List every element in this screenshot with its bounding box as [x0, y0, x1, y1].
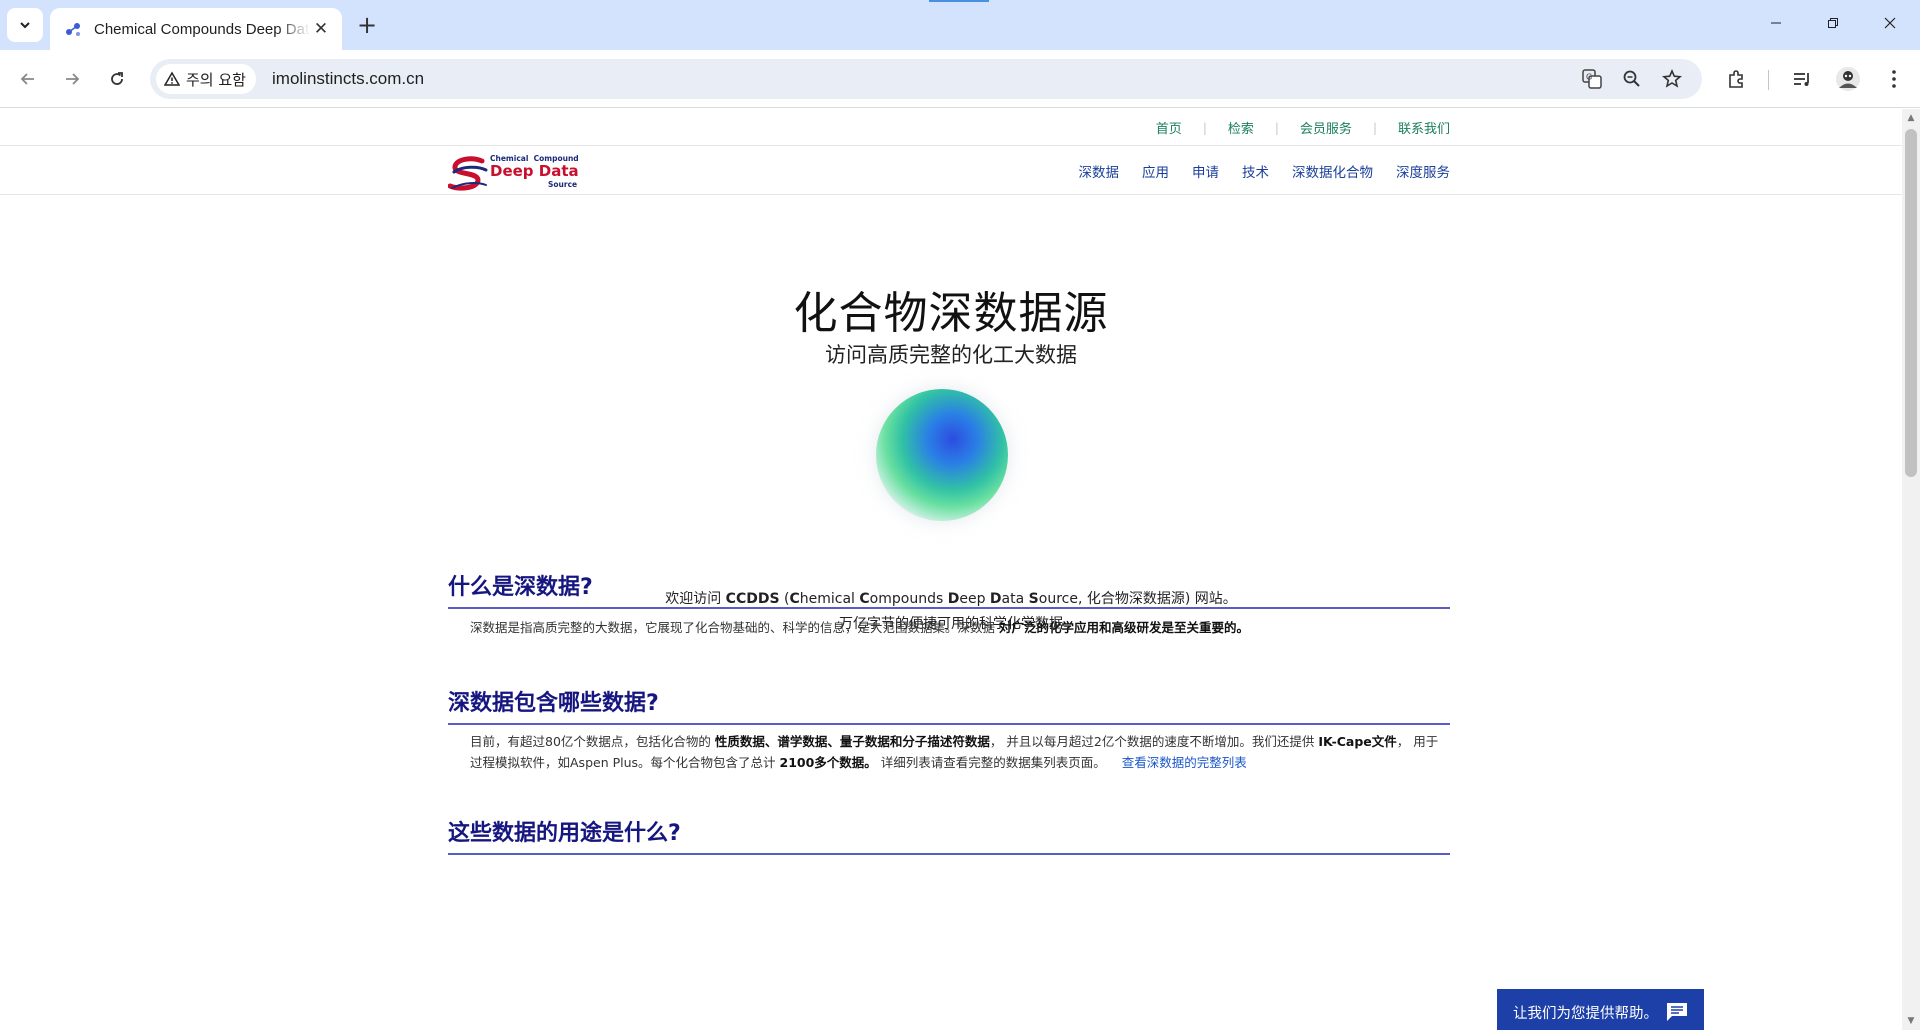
- close-icon: [1884, 17, 1896, 29]
- favicon-icon: [66, 23, 80, 36]
- reload-button[interactable]: [99, 61, 135, 97]
- logo-line2: Deep Data: [490, 162, 579, 180]
- bookmark-button[interactable]: [1658, 65, 1686, 93]
- section-text-contents: 目前，有超过80亿个数据点，包括化合物的 性质数据、谱学数据、量子数据和分子描述…: [470, 734, 1439, 770]
- top-utility-bar: 首页 | 检索 | 会员服务 | 联系我们: [0, 109, 1902, 146]
- page-scrollbar[interactable]: ▲ ▼: [1902, 109, 1920, 1030]
- top-link-membership[interactable]: 会员服务: [1300, 118, 1352, 137]
- scroll-up-arrow[interactable]: ▲: [1906, 113, 1916, 123]
- logo-line3: Source: [548, 180, 578, 189]
- zoom-icon: [1623, 70, 1640, 87]
- close-tab-button[interactable]: ✕: [310, 18, 332, 40]
- site-logo[interactable]: Chemical Compound Deep Data Source: [447, 152, 594, 196]
- top-link-contact[interactable]: 联系我们: [1398, 118, 1450, 137]
- separator: |: [1202, 120, 1207, 135]
- forward-icon: [66, 73, 80, 85]
- tab-title: Chemical Compounds Deep Data Source: [94, 20, 310, 38]
- restore-button[interactable]: [1805, 0, 1861, 46]
- top-link-home[interactable]: 首页: [1156, 118, 1182, 137]
- translate-button[interactable]: G: [1578, 65, 1606, 93]
- more-menu-icon: [1892, 70, 1896, 88]
- nav-applications[interactable]: 应用: [1142, 161, 1169, 181]
- section-heading-what-is: 什么是深数据?: [448, 569, 1450, 609]
- main-navigation: Chemical Compound Deep Data Source 深数据 应…: [0, 147, 1902, 195]
- nav-links: 深数据 应用 申请 技术 深数据化合物 深度服务: [1079, 161, 1451, 181]
- reload-icon: [111, 72, 123, 85]
- hero-subtitle: 访问高质完整的化工大数据: [825, 343, 1077, 367]
- tab-search-button[interactable]: [7, 8, 43, 42]
- top-link-search[interactable]: 检索: [1228, 118, 1254, 137]
- nav-deep-data[interactable]: 深数据: [1079, 161, 1120, 181]
- scroll-down-arrow[interactable]: ▼: [1906, 1016, 1916, 1026]
- section-heading-uses: 这些数据的用途是什么?: [448, 815, 1450, 855]
- bookmark-star-icon: [1662, 69, 1682, 88]
- minimize-button[interactable]: [1748, 0, 1804, 46]
- close-window-button[interactable]: [1862, 0, 1918, 46]
- address-bar[interactable]: 주의 요함 imolinstincts.com.cn G: [150, 59, 1702, 99]
- warning-icon: [164, 71, 180, 86]
- svg-text:G: G: [1586, 73, 1592, 82]
- security-chip[interactable]: 주의 요함: [156, 64, 256, 94]
- section-text-what-is: 深数据是指高质完整的大数据，它展现了化合物基础的、科学的信息，是大范围数据集。深…: [470, 620, 1249, 635]
- hero-title: 化合物深数据源: [793, 288, 1109, 339]
- security-label: 주의 요함: [186, 70, 246, 89]
- tab-strip-marker: [929, 0, 989, 2]
- tab-search-icon: [20, 22, 30, 29]
- active-tab[interactable]: Chemical Compounds Deep Data Source ✕: [50, 8, 342, 50]
- translate-icon: G: [1582, 69, 1602, 89]
- browser-toolbar: 주의 요함 imolinstincts.com.cn G: [0, 50, 1920, 108]
- separator: |: [1274, 120, 1279, 135]
- separator: |: [1372, 120, 1377, 135]
- hero-orb-graphic: [876, 389, 1008, 521]
- nav-deep-services[interactable]: 深度服务: [1396, 161, 1450, 181]
- section-heading-contents: 深数据包含哪些数据?: [448, 685, 1450, 725]
- nav-technology[interactable]: 技术: [1242, 161, 1269, 181]
- minimize-icon: [1771, 22, 1781, 24]
- profile-button[interactable]: [1830, 61, 1866, 97]
- scrollbar-thumb[interactable]: [1905, 129, 1917, 477]
- back-icon: [20, 73, 34, 85]
- chat-icon: [1667, 1003, 1687, 1021]
- top-links: 首页 | 检索 | 会员服务 | 联系我们: [1156, 118, 1450, 138]
- help-chat-label: 让我们为您提供帮助。: [1513, 1005, 1658, 1022]
- new-tab-button[interactable]: +: [352, 10, 382, 40]
- restore-icon: [1828, 18, 1838, 28]
- back-button[interactable]: [10, 61, 46, 97]
- page-viewport: 首页 | 检索 | 会员服务 | 联系我们 Chemical Compound …: [0, 109, 1902, 1030]
- toolbar-divider: [1768, 70, 1769, 90]
- nav-deep-data-compounds[interactable]: 深数据化合物: [1292, 161, 1373, 181]
- media-button[interactable]: [1784, 61, 1820, 97]
- help-chat-button[interactable]: 让我们为您提供帮助。: [1497, 989, 1704, 1030]
- zoom-button[interactable]: [1618, 65, 1646, 93]
- media-queue-icon: [1794, 73, 1809, 86]
- tab-strip: Chemical Compounds Deep Data Source ✕ +: [0, 0, 1920, 50]
- extensions-icon: [1729, 70, 1743, 88]
- nav-apply[interactable]: 申请: [1192, 161, 1219, 181]
- profile-avatar-icon: [1836, 67, 1860, 91]
- extensions-button[interactable]: [1718, 61, 1754, 97]
- url-text[interactable]: imolinstincts.com.cn: [272, 69, 424, 89]
- full-list-link[interactable]: 查看深数据的完整列表: [1122, 755, 1247, 770]
- forward-button[interactable]: [54, 61, 90, 97]
- more-menu-button[interactable]: [1876, 61, 1912, 97]
